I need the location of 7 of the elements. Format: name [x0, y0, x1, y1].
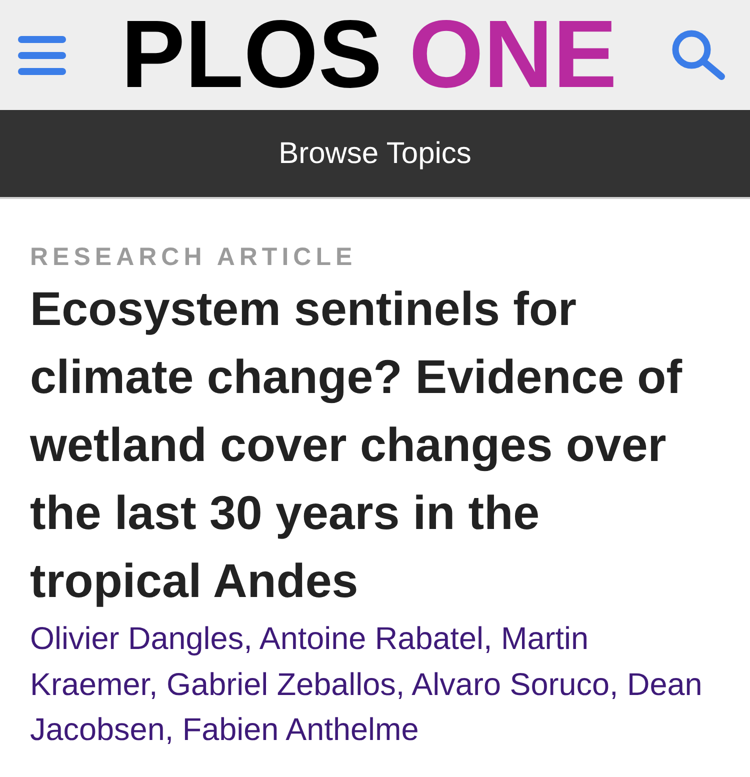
article-title: Ecosystem sentinels for climate change? Evidence of wetland cover changes over the last 30 years in the tropical Andes	[30, 282, 684, 610]
menu-icon[interactable]	[18, 36, 66, 74]
browse-topics-link[interactable]: Browse Topics	[278, 136, 472, 172]
logo-wordmark[interactable]: PLOS ONE	[120, 7, 618, 103]
search-icon[interactable]	[672, 30, 726, 80]
article-type-label: RESEARCH ARTICLE	[30, 242, 358, 272]
author-list: Olivier Dangles, Antoine Rabatel, Martin Kraemer, Gabriel Zeballos, Alvaro Soruco, Dean Jacobsen, Fabien Anthelme	[30, 616, 720, 752]
